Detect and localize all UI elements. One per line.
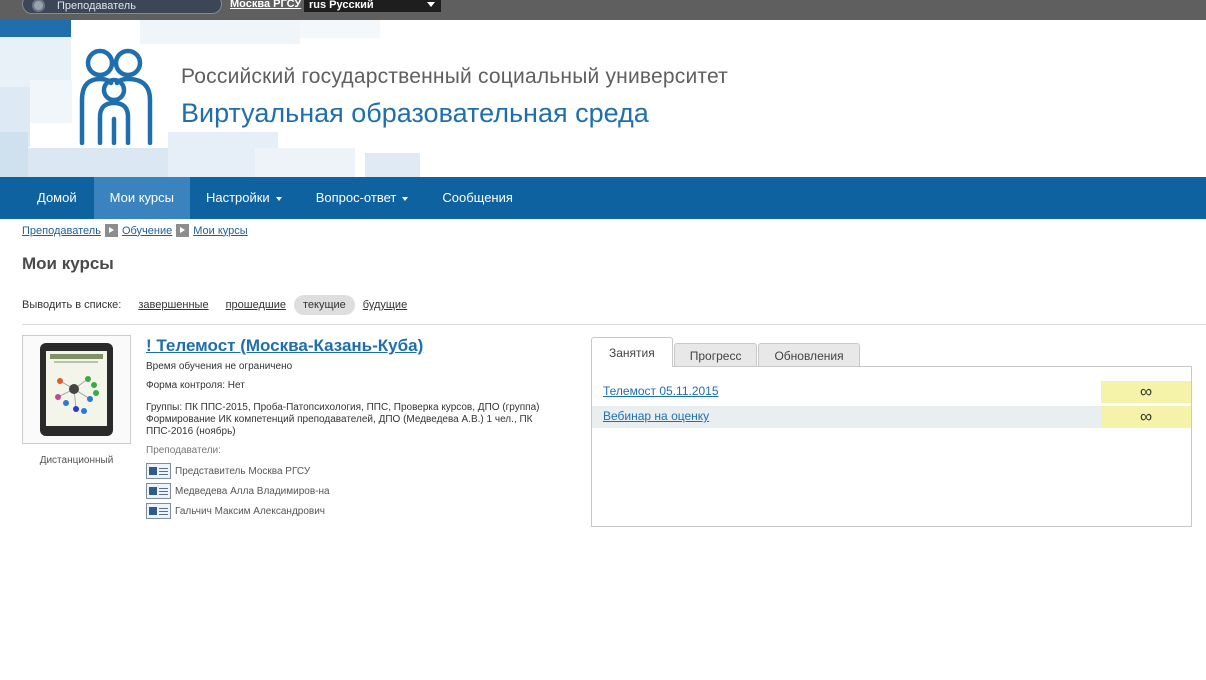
teachers-label: Преподаватели: <box>146 445 221 456</box>
course-duration: Время обучения не ограничено <box>146 361 293 372</box>
breadcrumb-teacher[interactable]: Преподаватель <box>22 225 101 237</box>
header-decor <box>300 20 380 38</box>
course-type: Дистанционный <box>39 455 114 466</box>
course-thumbnail[interactable] <box>22 335 131 444</box>
city-link[interactable]: Москва РГСУ <box>230 0 301 10</box>
breadcrumb-my-courses[interactable]: Мои курсы <box>193 225 247 237</box>
gear-icon <box>32 0 45 12</box>
header-decor <box>28 148 168 177</box>
header-decor <box>140 20 300 44</box>
divider <box>22 324 1206 325</box>
nav-messages[interactable]: Сообщения <box>424 177 529 219</box>
teacher-name: Представитель Москва РГСУ <box>175 465 311 477</box>
vcard-icon <box>146 463 171 479</box>
environment-name: Виртуальная образовательная среда <box>181 98 649 128</box>
header-decor <box>0 20 71 37</box>
nav-my-courses[interactable]: Мои курсы <box>93 177 190 219</box>
tab-updates[interactable]: Обновления <box>758 343 860 367</box>
nav-settings[interactable]: Настройки <box>190 177 298 219</box>
header-decor <box>30 80 72 123</box>
main-nav: Домой Мои курсы Настройки Вопрос-ответ С… <box>0 177 1206 219</box>
language-select[interactable]: rus Русский <box>304 0 441 12</box>
breadcrumb: Преподаватель Обучение Мои курсы <box>22 224 248 237</box>
university-logo <box>79 48 153 145</box>
university-name: Российский государственный социальный ун… <box>181 65 728 88</box>
nav-home[interactable]: Домой <box>0 177 94 219</box>
mindmap-picture <box>50 354 103 414</box>
tab-progress[interactable]: Прогресс <box>673 343 758 367</box>
nav-qa-label: Вопрос-ответ <box>315 190 397 205</box>
course-control-form: Форма контроля: Нет <box>146 380 245 391</box>
nav-qa[interactable]: Вопрос-ответ <box>298 177 425 219</box>
filter-past[interactable]: прошедшие <box>226 299 286 311</box>
lesson-row: Вебинар на оценку ∞ <box>592 406 1191 428</box>
page-title: Мои курсы <box>22 254 114 273</box>
vcard-icon <box>146 483 171 499</box>
chevron-right-icon <box>176 224 190 237</box>
role-label: Преподаватель <box>57 0 136 12</box>
lesson-limit: ∞ <box>1101 406 1191 428</box>
top-bar: Преподаватель Москва РГСУ rus Русский <box>0 0 1206 20</box>
filter-label: Выводить в списке: <box>22 299 122 311</box>
chevron-down-icon <box>275 196 282 201</box>
lesson-link[interactable]: Телемост 05.11.2015 <box>603 384 719 398</box>
teacher-item[interactable]: Представитель Москва РГСУ <box>146 463 310 479</box>
breadcrumb-learning[interactable]: Обучение <box>122 225 172 237</box>
role-switcher[interactable]: Преподаватель <box>22 0 222 14</box>
course-filter: Выводить в списке: завершенные прошедшие… <box>22 294 424 316</box>
site-header: Российский государственный социальный ун… <box>0 20 1206 177</box>
tablet-image <box>40 343 113 436</box>
filter-completed[interactable]: завершенные <box>138 299 208 311</box>
chevron-down-icon <box>402 196 409 201</box>
filter-future[interactable]: будущие <box>363 299 407 311</box>
lesson-link[interactable]: Вебинар на оценку <box>603 409 709 423</box>
teacher-item[interactable]: Медведева Алла Владимиров-на <box>146 483 330 499</box>
course-title-link[interactable]: ! Телемост (Москва-Казань-Куба) <box>146 336 423 356</box>
header-decor <box>0 132 28 177</box>
header-decor <box>255 148 355 177</box>
lesson-limit: ∞ <box>1101 381 1191 403</box>
language-value: rus Русский <box>309 0 374 11</box>
course-tabs: Занятия Прогресс Обновления <box>591 337 861 367</box>
nav-settings-label: Настройки <box>205 190 270 205</box>
tab-lessons[interactable]: Занятия <box>591 337 673 367</box>
filter-current[interactable]: текущие <box>293 295 355 315</box>
teacher-name: Медведева Алла Владимиров-на <box>175 485 330 497</box>
vcard-icon <box>146 503 171 519</box>
chevron-down-icon <box>427 2 435 7</box>
teacher-item[interactable]: Гальчич Максим Александрович <box>146 503 325 519</box>
chevron-right-icon <box>104 224 118 237</box>
tablet-screen <box>46 351 107 426</box>
teacher-name: Гальчич Максим Александрович <box>175 505 326 517</box>
course-groups: Группы: ПК ППС-2015, Проба-Патопсихологи… <box>146 402 540 437</box>
lesson-row: Телемост 05.11.2015 ∞ <box>592 381 1191 403</box>
lessons-panel: Телемост 05.11.2015 ∞ Вебинар на оценку … <box>591 366 1192 527</box>
header-decor <box>365 153 420 177</box>
